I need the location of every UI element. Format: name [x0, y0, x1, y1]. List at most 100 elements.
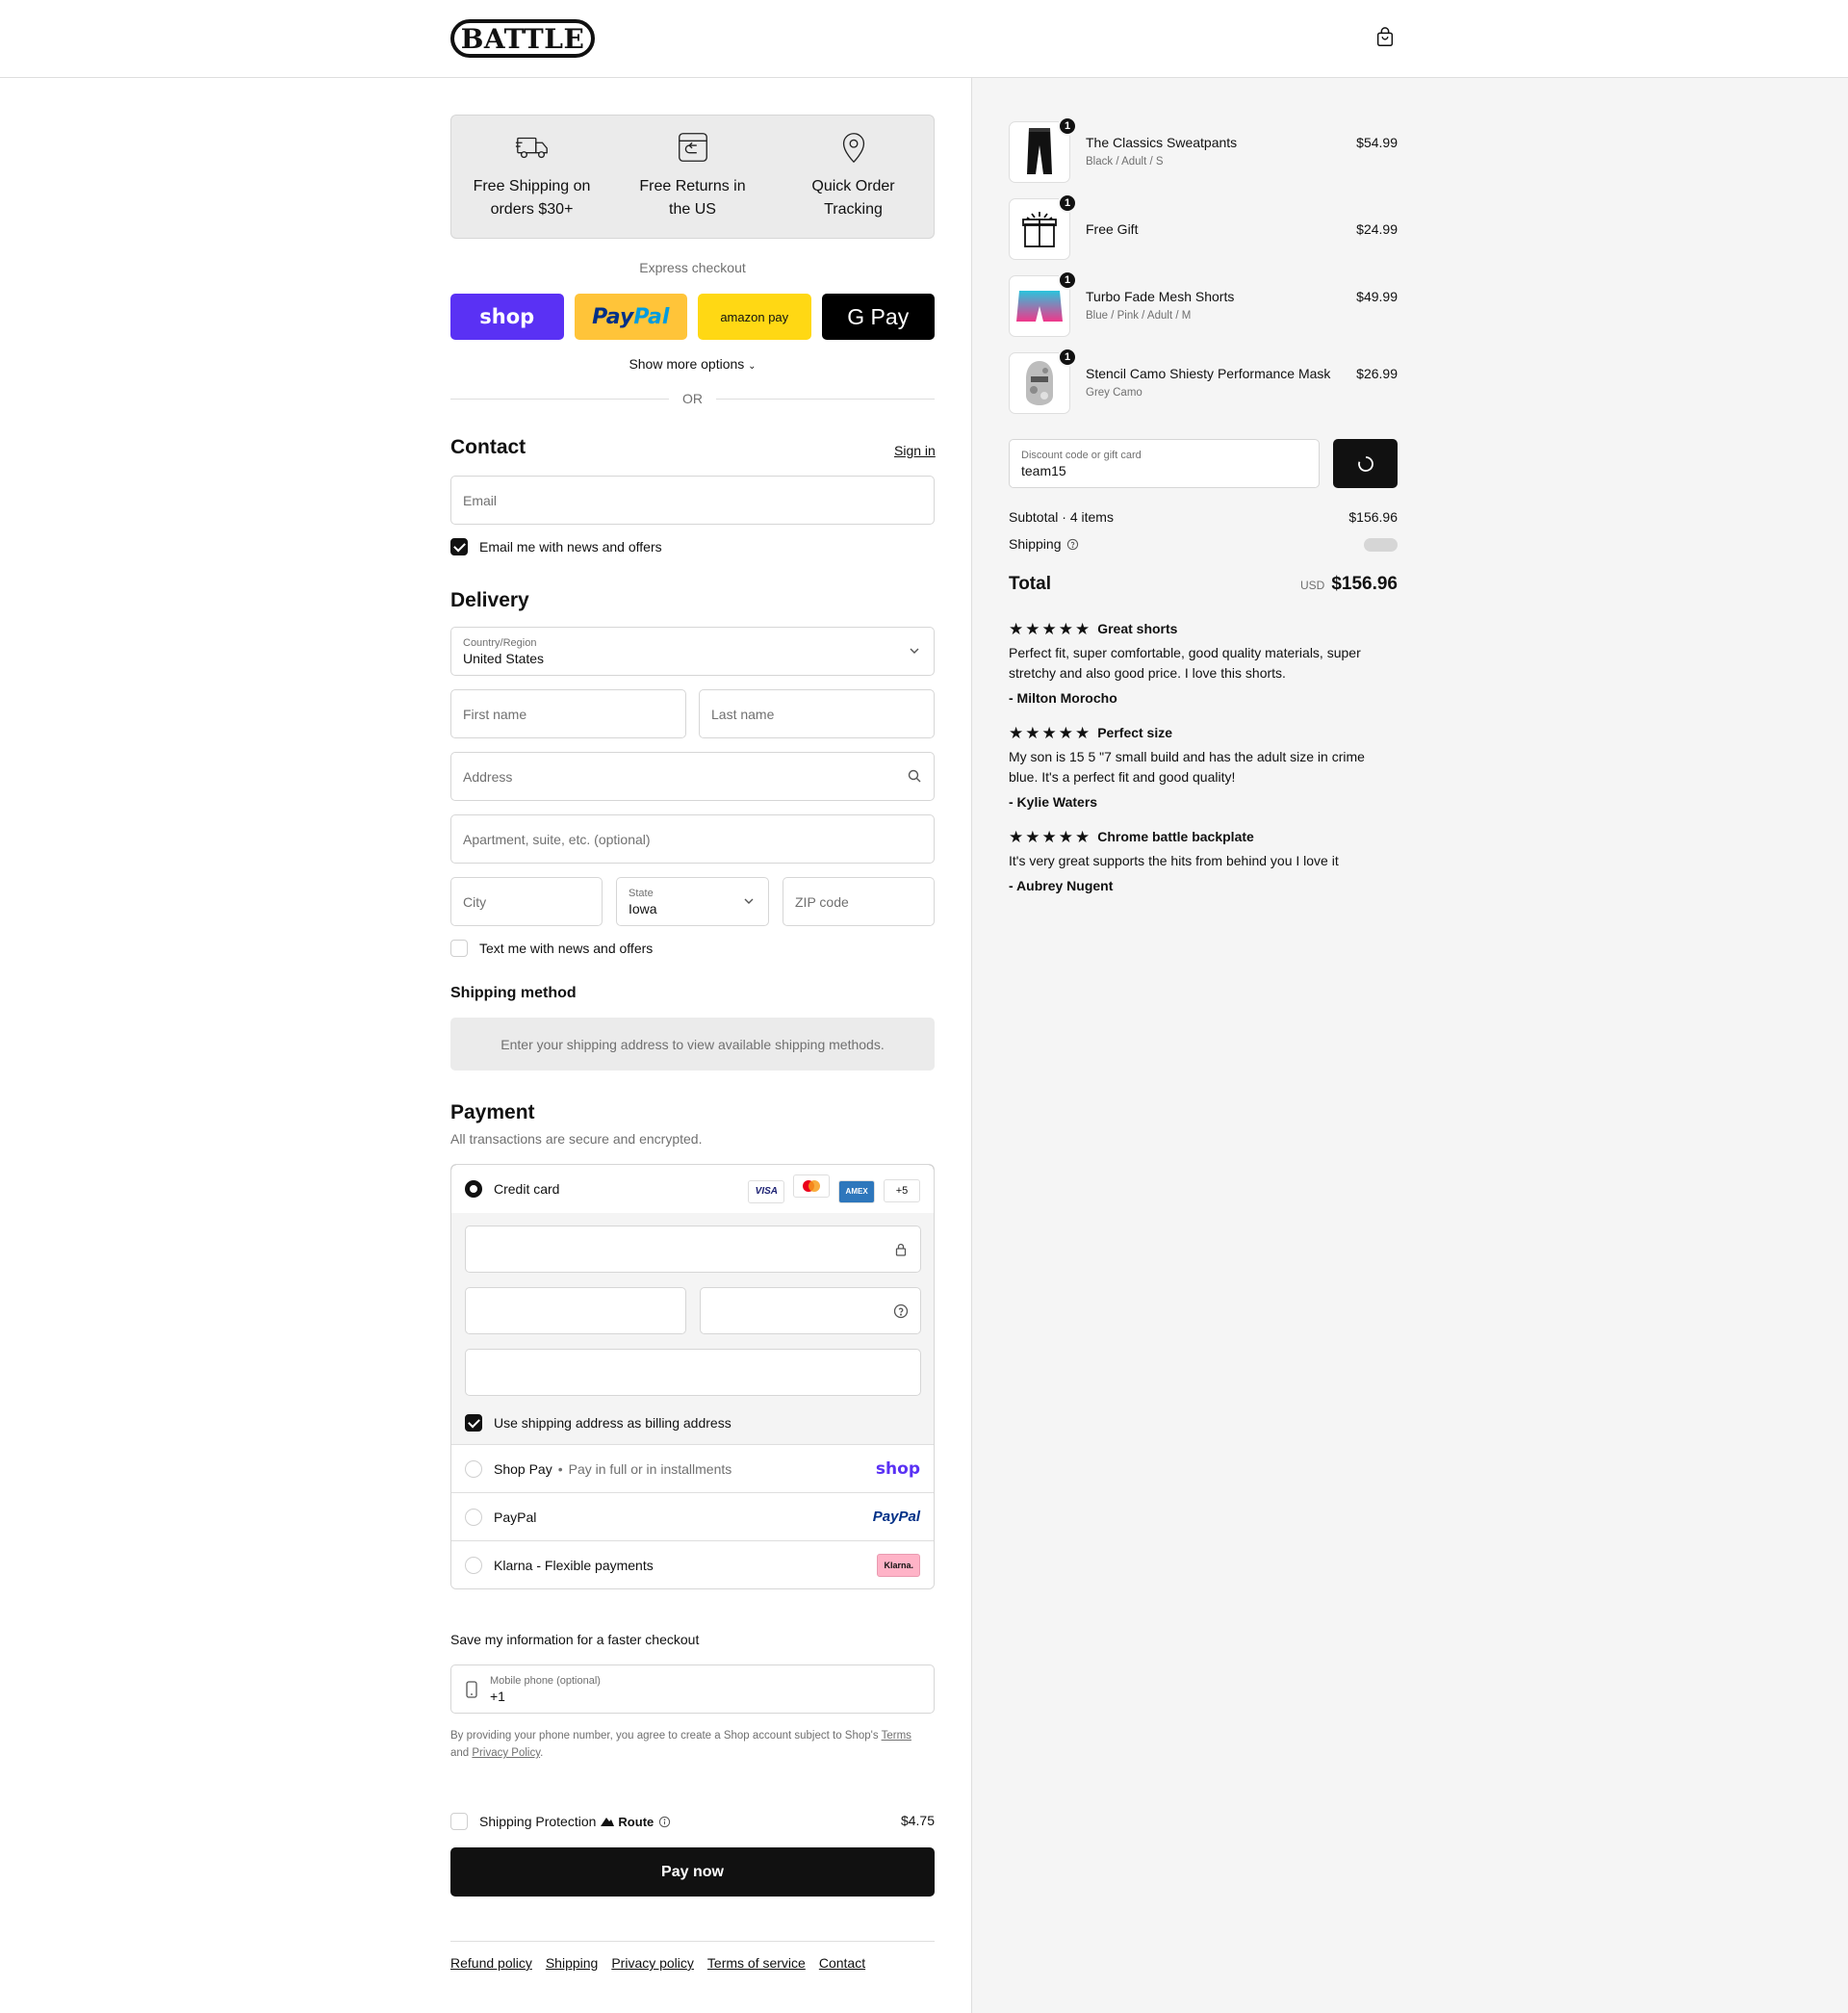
- paypal-button[interactable]: Pay Pal: [574, 294, 687, 340]
- battle-logo[interactable]: BATTLE: [450, 19, 595, 58]
- email-news-checkbox[interactable]: [450, 538, 468, 555]
- klarna-option[interactable]: Klarna - Flexible payments Klarna.: [451, 1540, 934, 1588]
- billing-checkbox[interactable]: [465, 1414, 482, 1432]
- shop-pay-radio[interactable]: [465, 1459, 482, 1478]
- line-item: 1 Stencil Camo Shiesty Performance Mask …: [1009, 348, 1398, 416]
- security-code-field[interactable]: [700, 1287, 921, 1334]
- shipping-method-title: Shipping method: [450, 985, 577, 1001]
- discount-label: Discount code or gift card: [1021, 449, 1142, 461]
- line-item: 1 The Classics Sweatpants Black / Adult …: [1009, 116, 1398, 185]
- product-image: 1: [1009, 116, 1077, 183]
- location-pin-icon: [842, 133, 864, 164]
- expiration-field[interactable]: [465, 1287, 686, 1334]
- privacy-policy-link[interactable]: Privacy policy: [611, 1955, 694, 1971]
- contact-link[interactable]: Contact: [819, 1955, 865, 1971]
- email-news-checkbox-row[interactable]: Email me with news and offers: [450, 538, 662, 555]
- product-variant: Blue / Pink / Adult / M: [1086, 310, 1192, 322]
- terms-of-service-link[interactable]: Terms of service: [707, 1955, 806, 1971]
- express-buttons: shop Pay Pal amazon pay G Pay: [450, 294, 935, 340]
- shipping-protection-checkbox[interactable]: [450, 1813, 468, 1830]
- refund-policy-link[interactable]: Refund policy: [450, 1955, 532, 1971]
- help-icon[interactable]: [893, 1303, 909, 1319]
- or-label: OR: [682, 391, 703, 406]
- first-name-field[interactable]: First name: [450, 689, 686, 738]
- product-image: 1: [1009, 348, 1077, 414]
- paypal-radio[interactable]: [465, 1508, 482, 1526]
- lock-icon: [895, 1243, 907, 1256]
- sign-in-link[interactable]: Sign in: [894, 443, 936, 458]
- search-icon: [908, 769, 921, 783]
- chevron-down-icon: [910, 648, 919, 654]
- apartment-field[interactable]: Apartment, suite, etc. (optional): [450, 814, 935, 864]
- state-select[interactable]: State Iowa: [616, 877, 769, 926]
- shop-pay-label: Shop Pay: [494, 1460, 552, 1477]
- phone-label: Mobile phone (optional): [490, 1674, 601, 1687]
- delivery-title: Delivery: [450, 589, 529, 611]
- shipping-label: Shipping: [1009, 536, 1062, 552]
- shop-privacy-link[interactable]: Privacy Policy: [472, 1747, 540, 1759]
- shop-pay-button[interactable]: shop: [450, 294, 564, 340]
- credit-card-radio[interactable]: [465, 1180, 482, 1198]
- more-cards-badge: +5: [884, 1179, 920, 1203]
- klarna-radio[interactable]: [465, 1556, 482, 1574]
- google-pay-button[interactable]: G Pay: [821, 294, 935, 340]
- payment-title: Payment: [450, 1101, 535, 1123]
- review: ★★★★★ Great shorts Perfect fit, super com…: [1009, 619, 1374, 709]
- text-news-checkbox-row[interactable]: Text me with news and offers: [450, 940, 653, 957]
- country-select[interactable]: Country/Region United States: [450, 627, 935, 676]
- product-price: $26.99: [1356, 366, 1398, 381]
- mask-image: [1026, 361, 1053, 405]
- apartment-placeholder: Apartment, suite, etc. (optional): [463, 831, 651, 847]
- loading-spinner-icon: [1357, 455, 1373, 472]
- name-on-card-field[interactable]: [465, 1349, 921, 1396]
- subtotal-label: Subtotal · 4 items: [1009, 509, 1114, 525]
- shop-pay-logo: shop: [875, 1458, 920, 1479]
- product-image: 1: [1009, 271, 1077, 337]
- shop-pay-option[interactable]: Shop Pay • Pay in full or in installment…: [451, 1444, 934, 1492]
- show-more-label: Show more options: [629, 356, 745, 372]
- billing-checkbox-row[interactable]: Use shipping address as billing address: [465, 1414, 732, 1432]
- phone-icon: [466, 1681, 477, 1698]
- mobile-phone-field[interactable]: Mobile phone (optional) +1: [450, 1665, 935, 1714]
- total-value: $156.96: [1331, 574, 1398, 594]
- disclaimer-text-b: and: [450, 1747, 473, 1759]
- review: ★★★★★ Chrome battle backplate It's very g…: [1009, 827, 1374, 896]
- feature-line-2: Tracking: [824, 201, 883, 218]
- review-body: My son is 15 5 "7 small build and has th…: [1009, 749, 1365, 785]
- shipping-protection-price: $4.75: [900, 1813, 935, 1828]
- text-news-checkbox[interactable]: [450, 940, 468, 957]
- separator-dot: •: [557, 1460, 563, 1477]
- disclaimer-text-a: By providing your phone number, you agre…: [450, 1730, 882, 1742]
- shipping-link[interactable]: Shipping: [546, 1955, 599, 1971]
- country-label: Country/Region: [463, 636, 537, 649]
- quantity-badge: 1: [1058, 348, 1077, 367]
- credit-card-option[interactable]: Credit card VISA AMEX +5: [451, 1165, 934, 1214]
- apply-discount-button[interactable]: [1333, 439, 1398, 488]
- text-news-label: Text me with news and offers: [479, 941, 654, 956]
- amex-logo: AMEX: [838, 1179, 876, 1203]
- card-number-field[interactable]: [465, 1226, 921, 1273]
- product-name: Stencil Camo Shiesty Performance Mask: [1086, 366, 1331, 381]
- shop-terms-link[interactable]: Terms: [882, 1730, 911, 1742]
- pay-now-button[interactable]: Pay now: [450, 1847, 935, 1897]
- klarna-logo: Klarna.: [877, 1553, 920, 1577]
- product-price: $24.99: [1356, 221, 1398, 237]
- zip-field[interactable]: ZIP code: [783, 877, 935, 926]
- city-field[interactable]: City: [450, 877, 603, 926]
- last-name-field[interactable]: Last name: [699, 689, 935, 738]
- shipping-protection-row[interactable]: Shipping Protection Route: [450, 1813, 671, 1830]
- discount-field[interactable]: Discount code or gift card team15: [1009, 439, 1320, 488]
- paypal-option[interactable]: PayPal PayPal: [451, 1492, 934, 1540]
- show-more-options[interactable]: Show more options ⌄: [450, 356, 935, 372]
- help-icon[interactable]: [1066, 538, 1079, 551]
- review-body: Perfect fit, super comfortable, good qua…: [1009, 645, 1361, 681]
- email-field[interactable]: Email: [450, 476, 935, 525]
- amazon-pay-button[interactable]: amazon pay: [698, 294, 811, 340]
- info-icon[interactable]: [658, 1816, 671, 1828]
- address-field[interactable]: Address: [450, 752, 935, 801]
- card-logos: VISA AMEX +5: [743, 1174, 920, 1203]
- currency-code: USD: [1299, 579, 1325, 592]
- shopping-bag-icon[interactable]: [1374, 27, 1396, 48]
- discount-value: team15: [1021, 462, 1066, 478]
- route-brand: Route: [618, 1814, 654, 1829]
